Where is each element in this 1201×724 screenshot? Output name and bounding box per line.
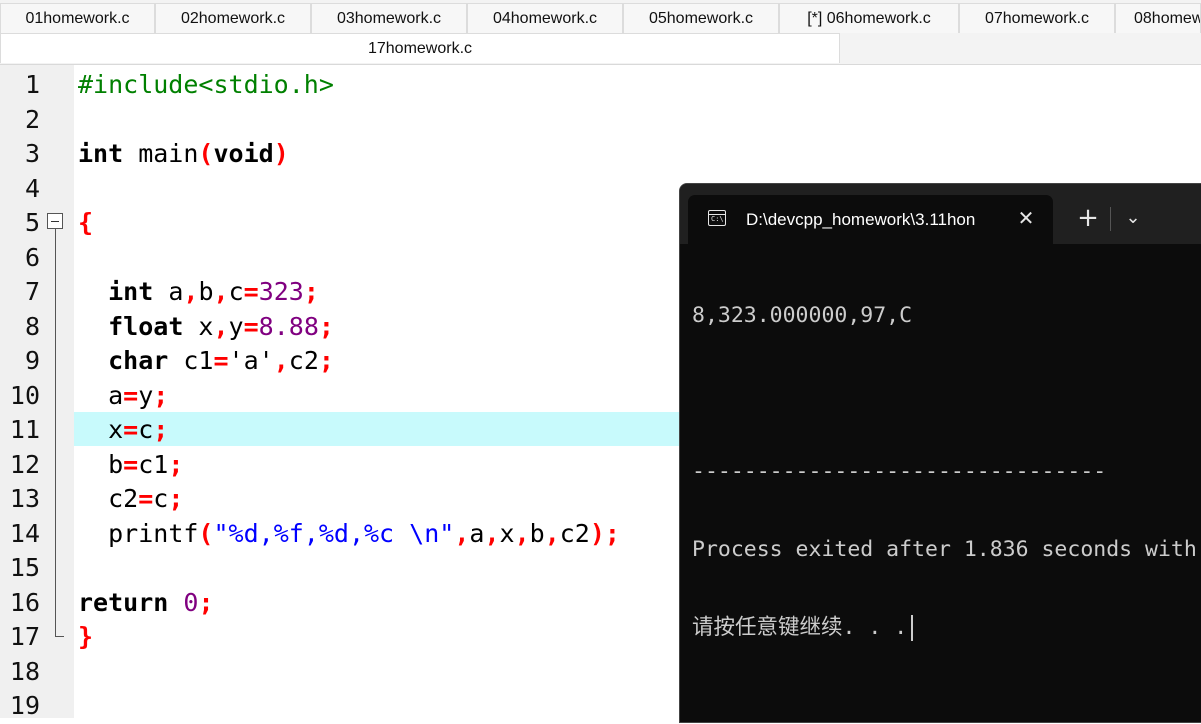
line-number: 14 bbox=[9, 518, 40, 548]
code-line-5: { bbox=[78, 208, 94, 237]
code-line-13: c2=c; bbox=[108, 484, 184, 513]
output-line: Process exited after 1.836 seconds with … bbox=[692, 537, 1197, 562]
code-line-14: printf("%d,%f,%d,%c \n",a,x,b,c2); bbox=[108, 518, 620, 548]
line-number: 15 bbox=[9, 553, 40, 582]
output-line-prompt: 请按任意键继续. . . bbox=[692, 614, 1201, 642]
line-number: 4 bbox=[24, 173, 40, 203]
line-number: 19 bbox=[9, 691, 40, 720]
fold-guide-line bbox=[55, 229, 56, 637]
line-number: 16 bbox=[9, 587, 40, 617]
terminal-output[interactable]: 8,323.000000,97,C ----------------------… bbox=[692, 252, 1201, 692]
fold-collapse-icon[interactable] bbox=[47, 213, 63, 229]
output-line: 8,323.000000,97,C bbox=[692, 303, 913, 328]
tab-03homework[interactable]: 03homework.c bbox=[311, 3, 467, 33]
code-line-10: a=y; bbox=[108, 380, 169, 410]
terminal-titlebar: C:\ D:\devcpp_homework\3.11hon ✕ + ⌄ bbox=[680, 184, 1201, 244]
line-number-gutter: 1 2 3 4 5 6 7 8 9 10 11 12 13 14 15 16 1… bbox=[0, 65, 74, 720]
terminal-tab-title: D:\devcpp_homework\3.11hon bbox=[746, 210, 976, 229]
terminal-icon: C:\ bbox=[708, 210, 726, 226]
tab-17homework-active[interactable]: 17homework.c bbox=[0, 33, 840, 63]
new-tab-plus-icon[interactable]: + bbox=[1070, 198, 1106, 238]
tab-row-2: 17homework.c bbox=[0, 33, 840, 63]
line-number: 6 bbox=[24, 242, 40, 272]
line-number: 12 bbox=[9, 449, 40, 479]
tab-08homework[interactable]: 08homework.c bbox=[1115, 3, 1201, 33]
code-line-17: } bbox=[78, 622, 94, 651]
tab-05homework[interactable]: 05homework.c bbox=[623, 3, 779, 33]
line-number: 2 bbox=[24, 104, 40, 134]
tab-01homework[interactable]: 01homework.c bbox=[0, 3, 155, 33]
terminal-tab[interactable]: C:\ D:\devcpp_homework\3.11hon ✕ bbox=[688, 195, 1053, 244]
tab-row-1: 01homework.c 02homework.c 03homework.c 0… bbox=[0, 3, 1201, 33]
terminal-window[interactable]: C:\ D:\devcpp_homework\3.11hon ✕ + ⌄ 8,3… bbox=[679, 183, 1201, 723]
line-number: 3 bbox=[24, 139, 40, 168]
line-number: 11 bbox=[9, 415, 40, 444]
output-line: -------------------------------- bbox=[692, 459, 1107, 484]
tab-02homework[interactable]: 02homework.c bbox=[155, 3, 311, 33]
code-line-16: return 0; bbox=[78, 587, 214, 617]
code-line-9: char c1='a',c2; bbox=[108, 346, 334, 375]
tab-04homework[interactable]: 04homework.c bbox=[467, 3, 623, 33]
line-number: 10 bbox=[9, 380, 40, 410]
line-number: 13 bbox=[9, 484, 40, 513]
code-line-1: #include<stdio.h> bbox=[78, 70, 334, 99]
fold-guide-end bbox=[55, 636, 64, 637]
code-line-3: int main(void) bbox=[78, 139, 289, 168]
code-line-7: int a,b,c=323; bbox=[108, 277, 319, 306]
chevron-down-icon[interactable]: ⌄ bbox=[1116, 198, 1150, 238]
line-number: 5 bbox=[24, 208, 40, 237]
tab-07homework[interactable]: 07homework.c bbox=[959, 3, 1115, 33]
line-number: 8 bbox=[24, 311, 40, 341]
tab-06homework-modified[interactable]: [*] 06homework.c bbox=[779, 3, 959, 33]
text-cursor bbox=[911, 615, 914, 641]
code-line-8: float x,y=8.88; bbox=[108, 311, 334, 341]
line-number: 1 bbox=[24, 70, 40, 99]
prompt-text: 请按任意键继续. . . bbox=[692, 615, 908, 640]
line-number: 18 bbox=[9, 656, 40, 686]
file-tab-bar: 01homework.c 02homework.c 03homework.c 0… bbox=[0, 0, 1201, 65]
close-icon[interactable]: ✕ bbox=[1011, 195, 1041, 242]
titlebar-divider bbox=[1110, 207, 1111, 231]
line-number: 9 bbox=[24, 346, 40, 375]
line-number: 7 bbox=[24, 277, 40, 306]
code-line-12: b=c1; bbox=[108, 449, 184, 479]
code-line-11: x=c; bbox=[108, 415, 169, 444]
line-number: 17 bbox=[9, 622, 40, 651]
